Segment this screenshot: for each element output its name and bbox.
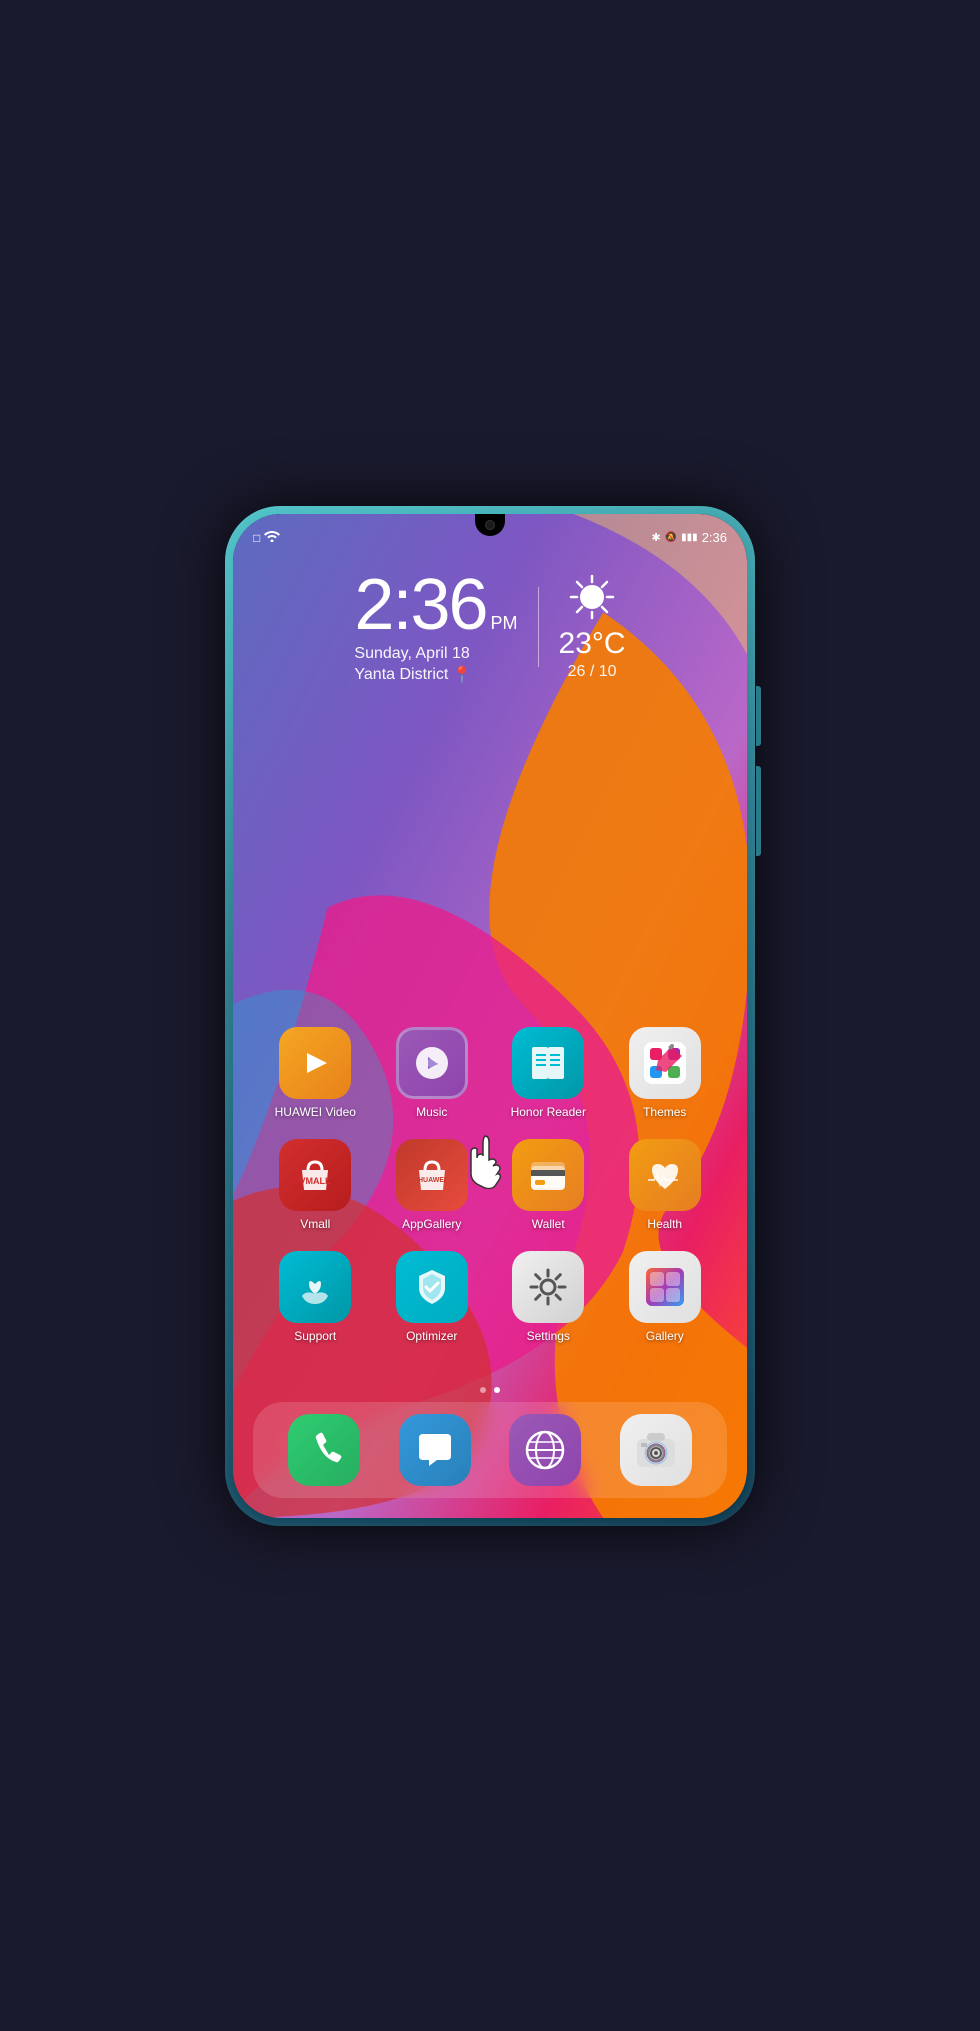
app-label-themes: Themes: [643, 1105, 686, 1119]
app-label-vmall: Vmall: [300, 1217, 330, 1231]
weather-range: 26 / 10: [559, 663, 626, 681]
app-music[interactable]: Music: [380, 1027, 485, 1119]
home-screen: □ ✱ 🔕 ▮▮▮ 2:36: [233, 514, 747, 1518]
sim-icon: □: [253, 531, 260, 545]
app-icon-appgallery: HUAWEI: [396, 1139, 468, 1211]
dock-phone[interactable]: [273, 1414, 376, 1486]
app-icon-support: [279, 1251, 351, 1323]
app-row-2: VMALL Vmall HUAWEI: [263, 1139, 717, 1231]
app-optimizer[interactable]: Optimizer: [380, 1251, 485, 1343]
dock-messages[interactable]: [384, 1414, 487, 1486]
app-icon-honor-reader: [512, 1027, 584, 1099]
app-label-appgallery: AppGallery: [402, 1217, 461, 1231]
app-row-1: HUAWEI Video Music: [263, 1027, 717, 1119]
app-label-settings: Settings: [527, 1329, 570, 1343]
dock-camera[interactable]: [605, 1414, 708, 1486]
page-dots: [233, 1387, 747, 1393]
app-label-wallet: Wallet: [532, 1217, 565, 1231]
clock-divider: [538, 587, 539, 667]
app-huawei-video[interactable]: HUAWEI Video: [263, 1027, 368, 1119]
weather-widget: 23°C 26 / 10: [559, 572, 626, 681]
app-label-music: Music: [416, 1105, 447, 1119]
dock-browser[interactable]: [494, 1414, 597, 1486]
clock-display: 2:36 PM Sunday, April 18 Yanta District …: [354, 569, 517, 685]
app-grid: HUAWEI Video Music: [233, 1027, 747, 1363]
phone-screen: □ ✱ 🔕 ▮▮▮ 2:36: [233, 514, 747, 1518]
app-icon-vmall: VMALL: [279, 1139, 351, 1211]
app-label-health: Health: [647, 1217, 682, 1231]
app-label-support: Support: [294, 1329, 336, 1343]
clock-ampm: PM: [491, 613, 518, 634]
app-wallet[interactable]: Wallet: [496, 1139, 601, 1231]
app-settings[interactable]: Settings: [496, 1251, 601, 1343]
status-left: □: [253, 530, 280, 545]
svg-text:VMALL: VMALL: [300, 1176, 331, 1186]
dock-icon-phone: [288, 1414, 360, 1486]
clock-widget: 2:36 PM Sunday, April 18 Yanta District …: [233, 569, 747, 685]
dock: [253, 1402, 727, 1498]
app-label-huawei-video: HUAWEI Video: [275, 1105, 356, 1119]
page-dot-1: [480, 1387, 486, 1393]
app-label-gallery: Gallery: [646, 1329, 684, 1343]
clock-location: Yanta District 📍: [354, 665, 517, 685]
app-icon-music: [396, 1027, 468, 1099]
app-support[interactable]: Support: [263, 1251, 368, 1343]
app-gallery[interactable]: Gallery: [613, 1251, 718, 1343]
status-right: ✱ 🔕 ▮▮▮ 2:36: [652, 530, 728, 545]
dock-icon-camera: [620, 1414, 692, 1486]
dock-icon-browser: [509, 1414, 581, 1486]
app-icon-settings: [512, 1251, 584, 1323]
app-vmall[interactable]: VMALL Vmall: [263, 1139, 368, 1231]
wifi-icon: [264, 530, 280, 545]
bluetooth-icon: ✱: [652, 531, 661, 544]
app-icon-themes: [629, 1027, 701, 1099]
app-icon-huawei-video: [279, 1027, 351, 1099]
dock-icon-messages: [399, 1414, 471, 1486]
app-health[interactable]: Health: [613, 1139, 718, 1231]
location-icon: 📍: [452, 665, 472, 685]
battery-icon: ▮▮▮: [681, 532, 698, 543]
app-row-3: Support Optim: [263, 1251, 717, 1343]
clock-date: Sunday, April 18: [354, 645, 517, 663]
app-themes[interactable]: Themes: [613, 1027, 718, 1119]
svg-text:HUAWEI: HUAWEI: [418, 1177, 446, 1184]
app-honor-reader[interactable]: Honor Reader: [496, 1027, 601, 1119]
status-time: 2:36: [702, 530, 727, 545]
app-label-honor-reader: Honor Reader: [511, 1105, 586, 1119]
phone-body: □ ✱ 🔕 ▮▮▮ 2:36: [225, 506, 755, 1526]
mute-icon: 🔕: [665, 532, 677, 543]
app-icon-gallery: [629, 1251, 701, 1323]
front-camera: [485, 520, 495, 530]
app-icon-optimizer: [396, 1251, 468, 1323]
app-appgallery[interactable]: HUAWEI AppGallery: [380, 1139, 485, 1231]
app-icon-wallet: [512, 1139, 584, 1211]
app-label-optimizer: Optimizer: [406, 1329, 457, 1343]
sun-icon: [559, 572, 626, 627]
weather-temp: 23°C: [559, 627, 626, 661]
page-dot-2: [494, 1387, 500, 1393]
app-icon-health: [629, 1139, 701, 1211]
clock-time: 2:36: [354, 569, 486, 641]
